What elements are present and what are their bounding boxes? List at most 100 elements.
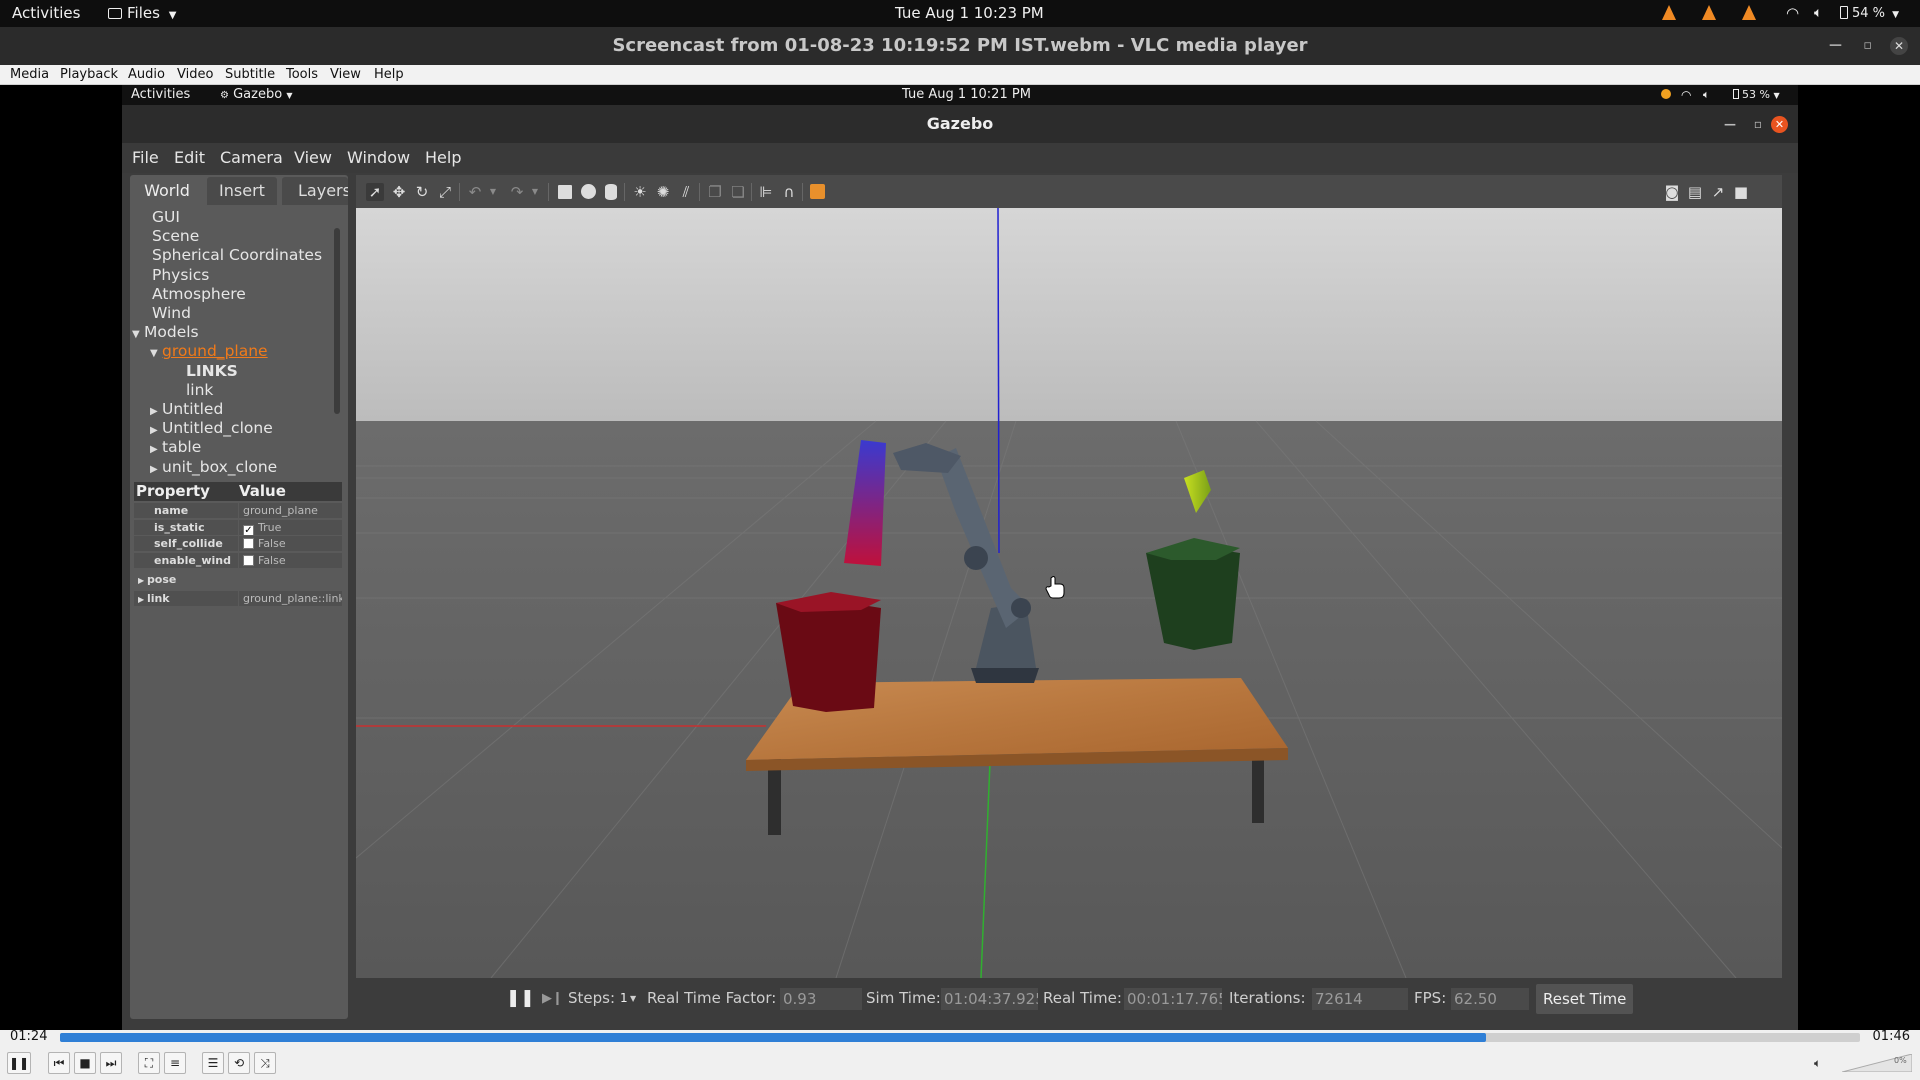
elapsed-time[interactable]: 01:24	[10, 1028, 47, 1046]
chevron-down-icon: ▼	[1773, 91, 1780, 100]
chevron-down-icon: ▼	[1892, 10, 1900, 20]
tree-item: Spherical Coordinates	[152, 246, 322, 265]
fullscreen-button[interactable]: ⛶	[138, 1052, 160, 1074]
files-app-menu[interactable]: Files ▼	[108, 0, 176, 27]
property-group-pose: ▶ pose	[134, 572, 342, 588]
gazebo-menu-window: Window	[347, 148, 411, 167]
fps-value: 62.50	[1451, 988, 1529, 1010]
close-button: ✕	[1771, 116, 1788, 133]
z-axis-line	[997, 208, 1000, 554]
tree-item: link	[186, 381, 213, 400]
copy-icon: ❐	[708, 183, 722, 201]
close-button[interactable]: ✕	[1890, 37, 1908, 55]
minimize-button[interactable]: —	[1829, 27, 1842, 65]
menu-view[interactable]: View	[330, 67, 361, 82]
chevron-down-icon: ▼	[132, 329, 140, 341]
wifi-icon[interactable]: ◠	[1786, 0, 1799, 27]
chevron-down-icon: ▼	[150, 348, 158, 360]
property-key: enable_wind	[134, 552, 238, 568]
next-button[interactable]: ⏭	[100, 1052, 122, 1074]
minimize-button: —	[1724, 117, 1736, 131]
clock[interactable]: Tue Aug 1 10:23 PM	[895, 0, 1044, 27]
playlist-button[interactable]: ☰	[202, 1052, 224, 1074]
menu-video[interactable]: Video	[177, 67, 213, 82]
tree-scrollbar	[334, 228, 340, 414]
chevron-right-icon: ▶	[150, 406, 158, 417]
chevron-right-icon: ▶	[138, 576, 147, 585]
battery-indicator[interactable]: 54 % ▼	[1840, 0, 1899, 27]
stop-button[interactable]: ■	[74, 1052, 96, 1074]
previous-button[interactable]: ⏮	[48, 1052, 70, 1074]
shuffle-button[interactable]: ⤨	[254, 1052, 276, 1074]
checkbox: ✓	[243, 524, 254, 535]
loop-button[interactable]: ⟲	[228, 1052, 250, 1074]
scale-mode-icon: ⤢	[438, 183, 451, 201]
tree-item-label: Wind	[152, 304, 191, 322]
volume-slider[interactable]: 0%	[1842, 1054, 1912, 1072]
speaker-icon[interactable]: 🔈︎	[1814, 1056, 1821, 1071]
menu-help[interactable]: Help	[374, 67, 404, 82]
tree-item: ▼ ground_plane	[150, 342, 268, 361]
chevron-down-icon: ▼	[531, 187, 539, 196]
vlc-tray-icon[interactable]	[1662, 5, 1676, 20]
maximize-button[interactable]: ▫	[1863, 27, 1872, 65]
tree-item-label: link	[186, 380, 214, 399]
toolbar-separator	[699, 183, 700, 201]
volume-icon[interactable]: 🔈︎	[1814, 0, 1822, 27]
tree-item: Scene	[152, 227, 199, 246]
toolbar-separator	[802, 183, 803, 201]
iterations-label: Iterations:	[1229, 989, 1306, 1007]
tab-world: World	[132, 177, 202, 205]
steps-value: 1	[620, 991, 628, 1005]
real-time-value: 00:01:17.765	[1124, 988, 1222, 1010]
sim-time-label: Sim Time:	[866, 989, 941, 1007]
directional-light-icon: ⫽	[682, 183, 690, 201]
gazebo-titlebar: Gazebo — ▫ ✕	[122, 105, 1798, 143]
sky	[356, 208, 1782, 421]
screencast-app-label: Gazebo	[233, 87, 283, 102]
reset-time-button: Reset Time	[1536, 984, 1634, 1014]
vlc-titlebar[interactable]: Screencast from 01-08-23 10:19:52 PM IST…	[0, 27, 1920, 65]
vlc-tray-icon[interactable]	[1702, 5, 1716, 20]
screen: Activities Files ▼ Tue Aug 1 10:23 PM ◠ …	[0, 0, 1920, 1080]
volume-level: 0%	[1894, 1056, 1907, 1065]
menu-subtitle[interactable]: Subtitle	[225, 67, 275, 82]
screencast-clock: Tue Aug 1 10:21 PM	[902, 87, 1031, 102]
menu-playback[interactable]: Playback	[60, 67, 118, 82]
extended-settings-button[interactable]: ≡	[164, 1052, 186, 1074]
tree-item-label: LINKS	[186, 361, 238, 380]
paste-icon: ❏	[731, 183, 745, 201]
fps-label: FPS:	[1414, 989, 1447, 1007]
chevron-right-icon: ▶	[150, 425, 158, 437]
property-value: False	[239, 536, 342, 551]
translate-mode-icon: ✥	[392, 183, 406, 201]
scene-render	[356, 208, 1782, 978]
property-value-text: ground_plane	[243, 504, 318, 517]
folder-icon	[108, 8, 122, 19]
window-title: Screencast from 01-08-23 10:19:52 PM IST…	[612, 35, 1308, 56]
checkbox	[243, 538, 254, 549]
vlc-tray-icon[interactable]	[1742, 5, 1756, 20]
total-time[interactable]: 01:46	[1873, 1028, 1910, 1046]
sim-time-value: 01:04:37.925	[941, 988, 1038, 1010]
seek-progress	[60, 1033, 1486, 1042]
menu-media[interactable]: Media	[10, 67, 49, 82]
files-menu-label: Files	[127, 4, 160, 22]
menu-audio[interactable]: Audio	[128, 67, 165, 82]
property-row-enable-wind: enable_wind False	[134, 552, 342, 569]
plot-icon: ↗	[1711, 183, 1725, 201]
screencast-battery-percent: 53 %	[1742, 88, 1770, 101]
activities-button[interactable]: Activities	[12, 0, 80, 27]
tree-item: ▶ unit_box_clone	[150, 458, 277, 477]
seek-bar[interactable]	[60, 1033, 1860, 1042]
chevron-down-icon: ▼	[630, 994, 637, 1003]
select-mode-icon: ➚	[366, 183, 384, 201]
menu-tools[interactable]: Tools	[286, 67, 318, 82]
property-row-self-collide: self_collide False	[134, 536, 342, 552]
gazebo-menu-view: View	[294, 148, 332, 167]
pause-button[interactable]: ❚❚	[7, 1052, 31, 1074]
chevron-right-icon: ▶	[150, 463, 158, 475]
volume-icon: 🔈︎	[1703, 88, 1710, 101]
tree-item: GUI	[152, 208, 180, 227]
gazebo-icon: ⚙	[220, 90, 229, 101]
